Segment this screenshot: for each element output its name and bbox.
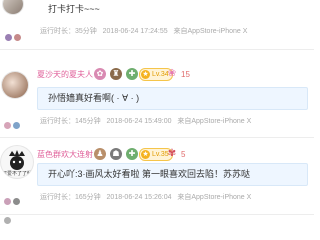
post-meta: 运行时长：145分钟 2018-06-24 15:49:00 来自AppStor… <box>40 117 251 126</box>
timestamp: 2018-06-24 17:24:55 <box>102 28 168 35</box>
post-meta: 运行时长：165分钟 2018-06-24 15:26:04 来自AppStor… <box>40 193 251 202</box>
source-label: 来自AppStore-iPhone X <box>177 194 252 201</box>
badge-icon <box>14 34 21 41</box>
username[interactable]: 夏沙天的夏夫人 <box>37 70 93 80</box>
floor-label: 运行时长：145分钟 <box>40 118 101 125</box>
like-count: 15 <box>181 70 190 79</box>
badge-icon: ♟ <box>94 148 106 160</box>
level-icon: ★ <box>141 150 150 159</box>
divider <box>0 137 314 138</box>
like-count: 5 <box>181 150 186 159</box>
badge-icon: ✚ <box>126 148 138 160</box>
badge-icon <box>5 34 12 41</box>
avatar[interactable] <box>2 72 28 98</box>
username[interactable]: 蓝色群欢大连射 <box>37 150 93 160</box>
badge-icon <box>13 122 20 129</box>
divider <box>0 49 314 50</box>
badge-icon <box>4 122 11 129</box>
comment-text: 打卡打卡~~~ <box>48 4 100 14</box>
badge-icon: ✿ <box>94 68 106 80</box>
badge-icon <box>4 217 11 224</box>
avatar-caption: 可爱不了了解 <box>1 171 32 177</box>
flower-icon[interactable]: ✾ <box>165 148 179 160</box>
level-icon: ★ <box>141 70 150 79</box>
timestamp: 2018-06-24 15:49:00 <box>106 118 172 125</box>
avatar[interactable]: 可爱不了了解 <box>1 146 33 178</box>
badge-icon: ♜ <box>110 68 122 80</box>
badge-icon <box>4 198 11 205</box>
floor-label: 运行时长：35分钟 <box>40 28 97 35</box>
comment-bubble: 孙悟嫱真好看啊( · ∀ · ) <box>37 87 308 110</box>
source-label: 来自AppStore-iPhone X <box>177 118 252 125</box>
comment-text: 孙悟嫱真好看啊( · ∀ · ) <box>48 93 140 103</box>
divider <box>0 214 314 215</box>
floor-label: 运行时长：165分钟 <box>40 194 101 201</box>
comment-bubble: 打卡打卡~~~ <box>37 0 308 21</box>
comment-bubble: 开心吖:3·画风太好看啦 第一眼喜欢回去陷！苏苏哒 <box>37 163 308 186</box>
badge-icon: ✚ <box>126 68 138 80</box>
comment-text: 开心吖:3·画风太好看啦 第一眼喜欢回去陷！苏苏哒 <box>48 169 251 179</box>
timestamp: 2018-06-24 15:26:04 <box>106 194 172 201</box>
badge-icon: ☗ <box>110 148 122 160</box>
badge-icon <box>13 198 20 205</box>
post-meta: 运行时长：35分钟 2018-06-24 17:24:55 来自AppStore… <box>40 27 247 36</box>
source-label: 来自AppStore-iPhone X <box>173 28 248 35</box>
like-icon[interactable]: ❀ <box>165 68 179 80</box>
avatar[interactable] <box>3 0 23 14</box>
